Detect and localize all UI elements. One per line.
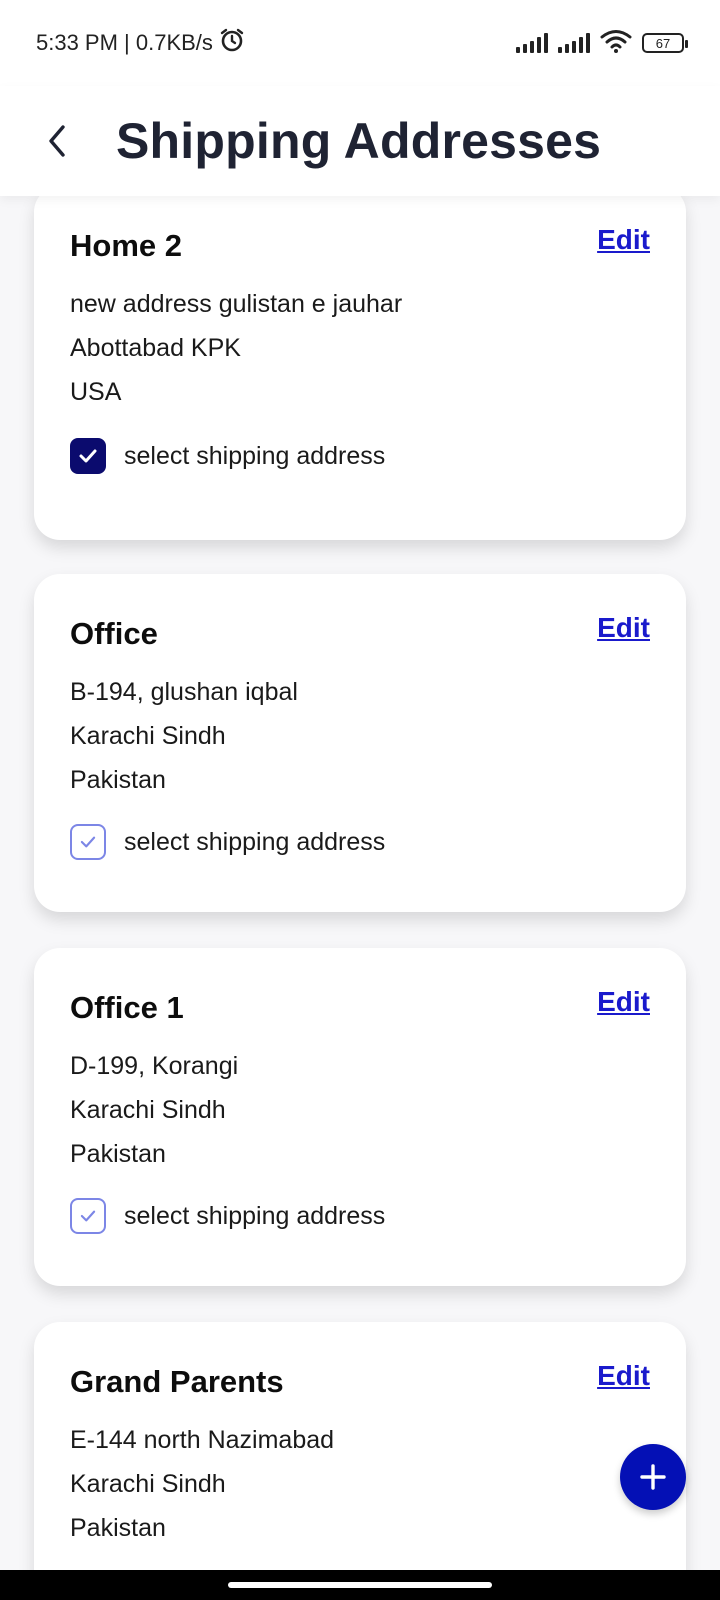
select-shipping-row[interactable]: select shipping address — [70, 824, 385, 860]
status-time: 5:33 PM | 0.7KB/s — [36, 30, 213, 55]
edit-address-link[interactable]: Edit — [597, 224, 650, 256]
edit-address-link[interactable]: Edit — [597, 612, 650, 644]
status-bar: 5:33 PM | 0.7KB/s 67 — [0, 0, 720, 86]
address-card: Office 1 Edit D-199, Korangi Karachi Sin… — [34, 948, 686, 1286]
navigation-bar — [0, 1570, 720, 1600]
address-name: Home 2 — [70, 228, 182, 263]
select-shipping-checkbox[interactable] — [70, 824, 106, 860]
alarm-icon — [219, 27, 245, 59]
address-name: Office 1 — [70, 990, 184, 1025]
edit-address-link[interactable]: Edit — [597, 1360, 650, 1392]
address-line-1: new address gulistan e jauhar — [70, 290, 403, 318]
page-title: Shipping Addresses — [116, 113, 602, 169]
check-icon — [79, 449, 97, 463]
back-button[interactable] — [30, 113, 86, 169]
address-name: Office — [70, 616, 158, 651]
signal-icon — [558, 33, 590, 53]
address-line-3: Pakistan — [70, 1514, 166, 1542]
plus-icon — [640, 1464, 666, 1490]
address-line-1: E-144 north Nazimabad — [70, 1426, 335, 1454]
battery-level: 67 — [655, 35, 671, 51]
select-shipping-row[interactable]: select shipping address — [70, 1198, 385, 1234]
select-shipping-checkbox[interactable] — [70, 438, 106, 474]
status-left: 5:33 PM | 0.7KB/s — [36, 27, 245, 59]
chevron-left-icon — [49, 125, 65, 157]
address-line-1: B-194, glushan iqbal — [70, 678, 298, 706]
address-line-3: Pakistan — [70, 1140, 166, 1168]
check-icon — [80, 836, 96, 848]
signal-icon — [516, 33, 548, 53]
address-line-3: Pakistan — [70, 766, 166, 794]
home-gesture-handle[interactable] — [228, 1582, 492, 1588]
address-line-2: Karachi Sindh — [70, 1470, 226, 1498]
select-shipping-label: select shipping address — [124, 827, 386, 856]
address-line-2: Karachi Sindh — [70, 1096, 226, 1124]
address-card: Grand Parents Edit E-144 north Nazimabad… — [34, 1322, 686, 1570]
address-line-2: Abottabad KPK — [70, 334, 241, 362]
check-icon — [80, 1210, 96, 1222]
address-card: Home 2 Edit new address gulistan e jauha… — [34, 196, 686, 540]
select-shipping-row[interactable]: select shipping address — [70, 438, 385, 474]
status-right: 67 — [516, 29, 688, 58]
app-header: Shipping Addresses — [0, 86, 720, 196]
address-line-2: Karachi Sindh — [70, 722, 226, 750]
edit-address-link[interactable]: Edit — [597, 986, 650, 1018]
address-line-3: USA — [70, 378, 122, 406]
address-card: Office Edit B-194, glushan iqbal Karachi… — [34, 574, 686, 912]
address-name: Grand Parents — [70, 1364, 284, 1399]
select-shipping-label: select shipping address — [124, 441, 386, 470]
address-list[interactable]: Home 2 Edit new address gulistan e jauha… — [0, 196, 720, 1570]
wifi-icon — [600, 29, 632, 58]
address-line-1: D-199, Korangi — [70, 1052, 239, 1080]
select-shipping-label: select shipping address — [124, 1201, 386, 1230]
select-shipping-checkbox[interactable] — [70, 1198, 106, 1234]
battery-icon: 67 — [642, 33, 688, 53]
add-address-button[interactable] — [620, 1444, 686, 1510]
